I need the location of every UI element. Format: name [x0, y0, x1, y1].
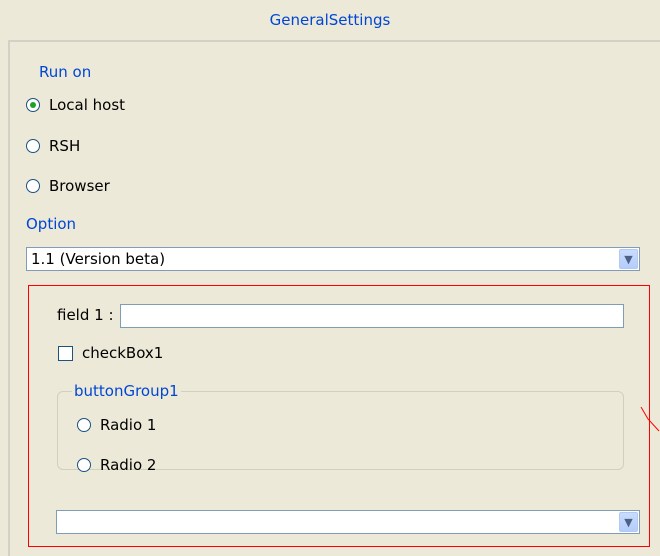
radio-icon[interactable] — [26, 139, 40, 153]
chevron-down-icon[interactable]: ▼ — [619, 512, 638, 532]
panel-divider — [8, 40, 660, 42]
radio-browser[interactable]: Browser — [26, 177, 110, 195]
checkbox-icon[interactable] — [58, 345, 73, 361]
radio-1-label: Radio 1 — [100, 416, 157, 434]
radio-local-host[interactable]: Local host — [26, 96, 125, 114]
field1-label: field 1 : — [57, 306, 114, 324]
panel-title: GeneralSettings — [269, 11, 391, 29]
radio-2-label: Radio 2 — [100, 456, 157, 474]
checkbox1-label: checkBox1 — [82, 344, 164, 362]
option-select-value: 1.1 (Version beta) — [31, 250, 166, 268]
button-group-1-title: buttonGroup1 — [72, 382, 181, 400]
radio-icon[interactable] — [77, 418, 91, 432]
radio-rsh[interactable]: RSH — [26, 137, 80, 155]
radio-local-host-label: Local host — [49, 96, 126, 114]
chevron-down-icon[interactable]: ▼ — [619, 249, 638, 269]
run-on-label: Run on — [39, 63, 92, 81]
field1-input[interactable] — [120, 304, 624, 328]
radio-1[interactable]: Radio 1 — [77, 416, 156, 434]
option-label: Option — [26, 215, 77, 233]
bottom-select[interactable]: ▼ — [56, 510, 640, 534]
checkbox1[interactable]: checkBox1 — [58, 344, 163, 362]
panel-left-border — [8, 40, 10, 556]
radio-rsh-label: RSH — [49, 137, 81, 155]
option-select[interactable]: 1.1 (Version beta) ▼ — [26, 247, 640, 271]
radio-icon[interactable] — [26, 179, 40, 193]
radio-browser-label: Browser — [49, 177, 110, 195]
annotation-line — [640, 406, 660, 432]
radio-icon[interactable] — [77, 458, 91, 472]
radio-icon-checked[interactable] — [26, 98, 40, 112]
radio-2[interactable]: Radio 2 — [77, 456, 156, 474]
